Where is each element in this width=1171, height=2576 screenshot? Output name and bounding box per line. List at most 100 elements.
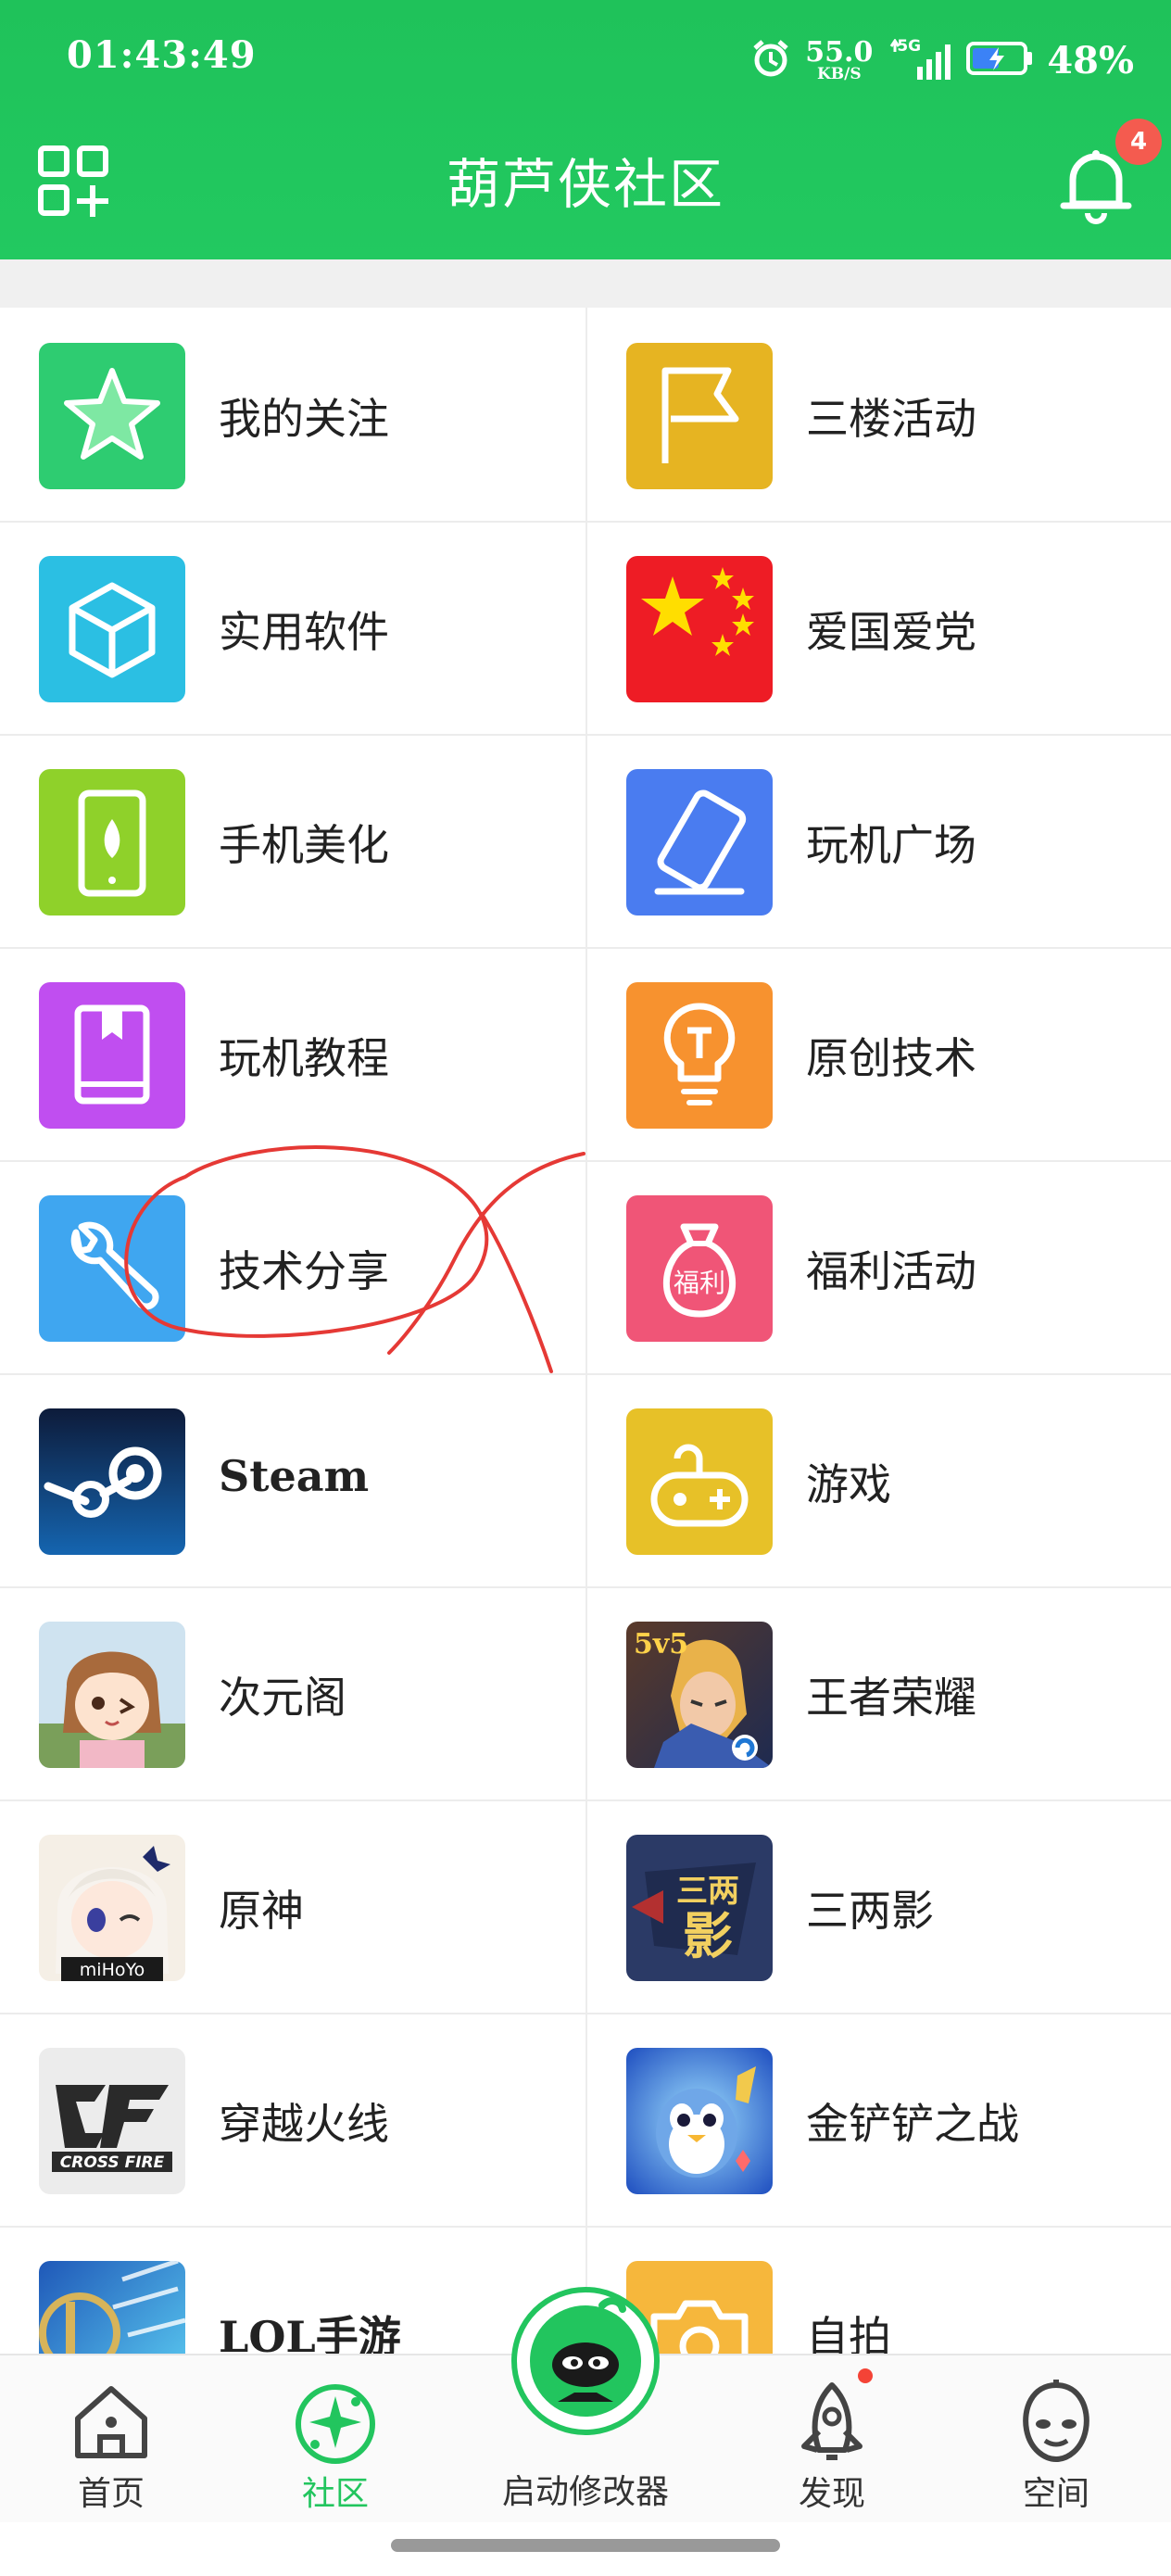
category-phone-plaza[interactable]: 玩机广场 [586,734,1171,947]
book-icon [39,982,185,1129]
sanliangying-top-text: 三两 [676,1873,739,1910]
lol-icon [39,2261,185,2354]
category-row: 技术分享 福利 福利活动 [0,1160,1171,1375]
category-label: 实用软件 [219,607,389,657]
category-row: 手机美化 玩机广场 [0,734,1171,949]
money-bag-icon: 福利 [626,1195,773,1342]
bulb-icon [626,982,773,1129]
category-row: 实用软件 爱国爱党 [0,521,1171,736]
genshin-paimon-icon: miHoYo [39,1835,185,1981]
category-label: 三楼活动 [806,394,976,444]
signal-icon: 5G [886,37,952,82]
category-lol-mobile[interactable]: LOL手游 [0,2226,585,2354]
category-steam[interactable]: Steam [0,1373,585,1586]
tft-penguin-icon [626,2048,773,2194]
alien-face-icon [1010,2376,1102,2469]
wrench-icon [39,1195,185,1342]
battery-percent: 48% [1047,38,1134,82]
steam-icon [39,1408,185,1555]
category-label: 福利活动 [806,1246,976,1296]
tab-discover[interactable]: 发现 [739,2355,925,2522]
net-speed-unit: KB/S [816,64,862,83]
home-icon [65,2376,157,2469]
anime-girl-icon [39,1622,185,1768]
rocket-icon [786,2376,878,2469]
category-label: 王者荣耀 [806,1673,976,1723]
category-label: 次元阁 [219,1673,346,1723]
category-phone-tutorials[interactable]: 玩机教程 [0,947,585,1160]
category-tft[interactable]: 金铲铲之战 [586,2013,1171,2226]
category-label: 手机美化 [219,820,389,870]
gesture-home-indicator[interactable] [391,2539,780,2552]
category-label: 三两影 [806,1886,934,1936]
phone-tilt-icon [626,769,773,915]
crossfire-icon: CROSS FIRE [39,2048,185,2194]
app-header: 葫芦侠社区 4 [0,119,1171,259]
cube-icon [39,556,185,702]
category-useful-software[interactable]: 实用软件 [0,521,585,734]
launch-modifier-button[interactable] [511,2287,660,2435]
category-original-tech[interactable]: 原创技术 [586,947,1171,1160]
category-genshin[interactable]: miHoYo 原神 [0,1799,585,2013]
star-icon [39,343,185,489]
category-label: 玩机教程 [219,1033,389,1083]
category-row: 次元阁 5v5 王者荣耀 [0,1586,1171,1801]
category-phone-theming[interactable]: 手机美化 [0,734,585,947]
category-row: Steam 游戏 [0,1373,1171,1588]
category-label: LOL手游 [219,2312,401,2354]
status-time: 01:43:49 [67,33,257,77]
category-label: 爱国爱党 [806,607,976,657]
category-my-follows[interactable]: 我的关注 [0,308,585,521]
section-divider [0,259,1171,308]
category-label: 原神 [219,1886,304,1936]
alarm-icon [749,37,792,83]
top-bar: 01:43:49 55.0 KB/S 5G 48% 葫芦侠社区 4 [0,0,1171,259]
category-label: Steam [219,1451,370,1501]
battery-icon [965,40,1034,81]
sanliangying-icon: 三两影 [626,1835,773,1981]
notification-badge: 4 [1115,119,1162,165]
category-row: miHoYo 原神 三两影 三两影 [0,1799,1171,2014]
category-ciyuange[interactable]: 次元阁 [0,1586,585,1799]
category-honor-of-kings[interactable]: 5v5 王者荣耀 [586,1586,1171,1799]
tab-label: 社区 [301,2475,369,2513]
tab-space[interactable]: 空间 [963,2355,1149,2522]
honor-of-kings-icon: 5v5 [626,1622,773,1768]
category-label: 金铲铲之战 [806,2099,1019,2149]
category-label: 玩机广场 [806,820,976,870]
gourd-mascot-icon [530,2297,641,2417]
category-selfie[interactable]: 自拍 [586,2226,1171,2354]
launch-modifier-label: 启动修改器 [501,2473,669,2511]
category-label: 自拍 [806,2312,891,2354]
tab-label: 空间 [1022,2475,1089,2513]
tab-label: 首页 [77,2475,145,2513]
tab-home[interactable]: 首页 [19,2355,204,2522]
category-tech-sharing[interactable]: 技术分享 [0,1160,585,1373]
category-label: 游戏 [806,1459,891,1509]
sanliangying-bottom-text: 影 [683,1907,733,1965]
category-label: 穿越火线 [219,2099,389,2149]
status-bar: 01:43:49 55.0 KB/S 5G 48% [0,0,1171,120]
gamepad-icon [626,1408,773,1555]
status-icons: 55.0 KB/S 5G 48% [749,37,1134,83]
money-bag-text: 福利 [674,1268,725,1298]
wzry-badge-text: 5v5 [634,1628,688,1661]
tab-community[interactable]: 社区 [243,2355,428,2522]
net-speed: 55.0 KB/S [805,38,873,83]
flag-icon [626,343,773,489]
crossfire-brand-text: CROSS FIRE [60,2153,165,2172]
category-welfare-events[interactable]: 福利 福利活动 [586,1160,1171,1373]
genshin-brand-text: miHoYo [80,1960,145,1980]
category-row: CROSS FIRE 穿越火线 金铲铲之战 [0,2013,1171,2228]
category-games[interactable]: 游戏 [586,1373,1171,1586]
category-third-floor-events[interactable]: 三楼活动 [586,308,1171,521]
network-type: 5G [897,37,922,56]
category-sanliangying[interactable]: 三两影 三两影 [586,1799,1171,2013]
page-title: 葫芦侠社区 [446,153,724,216]
community-sparkle-icon [289,2376,382,2469]
category-list: 我的关注 三楼活动 实用软件 爱国爱党 手机美化 玩机广场 玩机教程 原创技术 … [0,308,1171,2354]
category-patriotic[interactable]: 爱国爱党 [586,521,1171,734]
discover-notification-dot [858,2368,873,2383]
category-crossfire[interactable]: CROSS FIRE 穿越火线 [0,2013,585,2226]
category-label: 我的关注 [219,394,389,444]
